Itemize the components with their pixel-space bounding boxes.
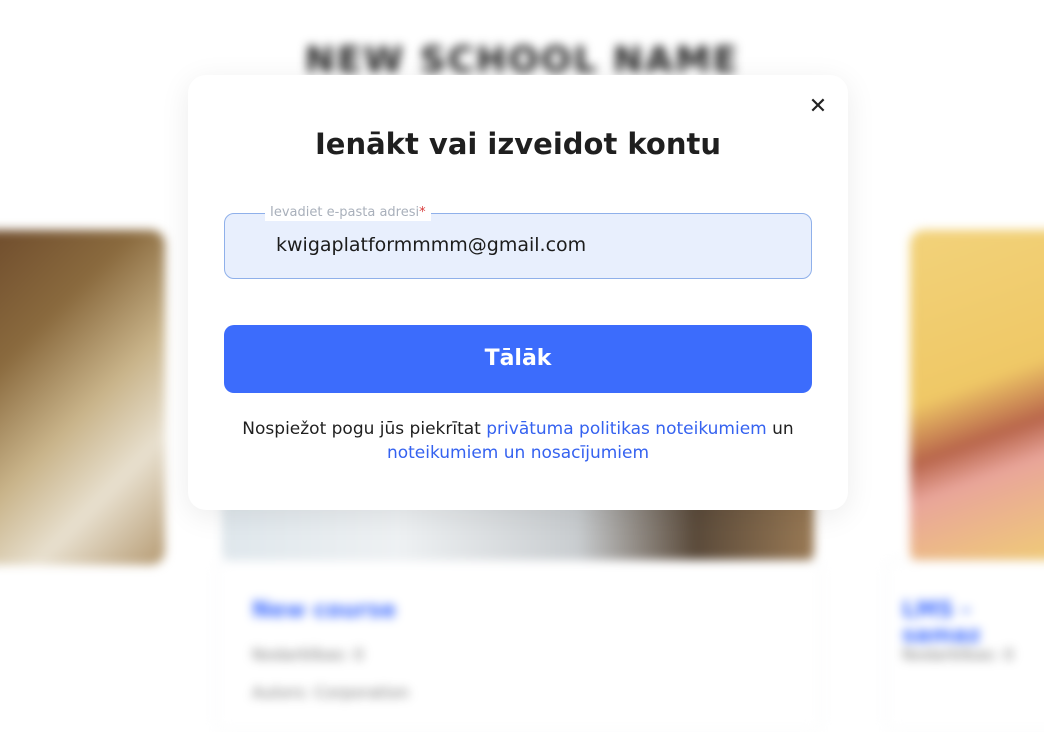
close-icon[interactable]: ✕ xyxy=(806,95,830,119)
terms-conditions-link[interactable]: noteikumiem un nosacījumiem xyxy=(387,443,649,463)
modal-title: Ienākt vai izveidot kontu xyxy=(315,127,721,161)
course-title: New course xyxy=(252,598,396,623)
course-card-image-left xyxy=(0,230,165,565)
course-lessons-right: Nodarbības: 0 xyxy=(902,645,1014,664)
terms-prefix: Nospiežot pogu jūs piekrītat xyxy=(242,419,487,439)
course-card-image-right xyxy=(910,230,1044,565)
email-field[interactable]: Ievadiet e-pasta adresi* kwigaplatformmm… xyxy=(224,205,812,279)
course-title-right: LMS - samaz xyxy=(902,598,981,648)
email-label: Ievadiet e-pasta adresi* xyxy=(265,205,431,221)
privacy-policy-link[interactable]: privātuma politikas noteikumiem xyxy=(486,419,766,439)
next-button[interactable]: Tālāk xyxy=(224,325,812,393)
course-lessons: Nodarbības: 0 xyxy=(252,645,364,664)
login-modal: ✕ Ienākt vai izveidot kontu Ievadiet e-p… xyxy=(188,75,848,510)
course-author: Autors: Corporation xyxy=(252,683,410,702)
email-value: kwigaplatformmmm@gmail.com xyxy=(276,234,587,256)
terms-join: un xyxy=(766,419,794,439)
required-mark: * xyxy=(419,205,426,220)
terms-text: Nospiežot pogu jūs piekrītat privātuma p… xyxy=(188,417,848,465)
